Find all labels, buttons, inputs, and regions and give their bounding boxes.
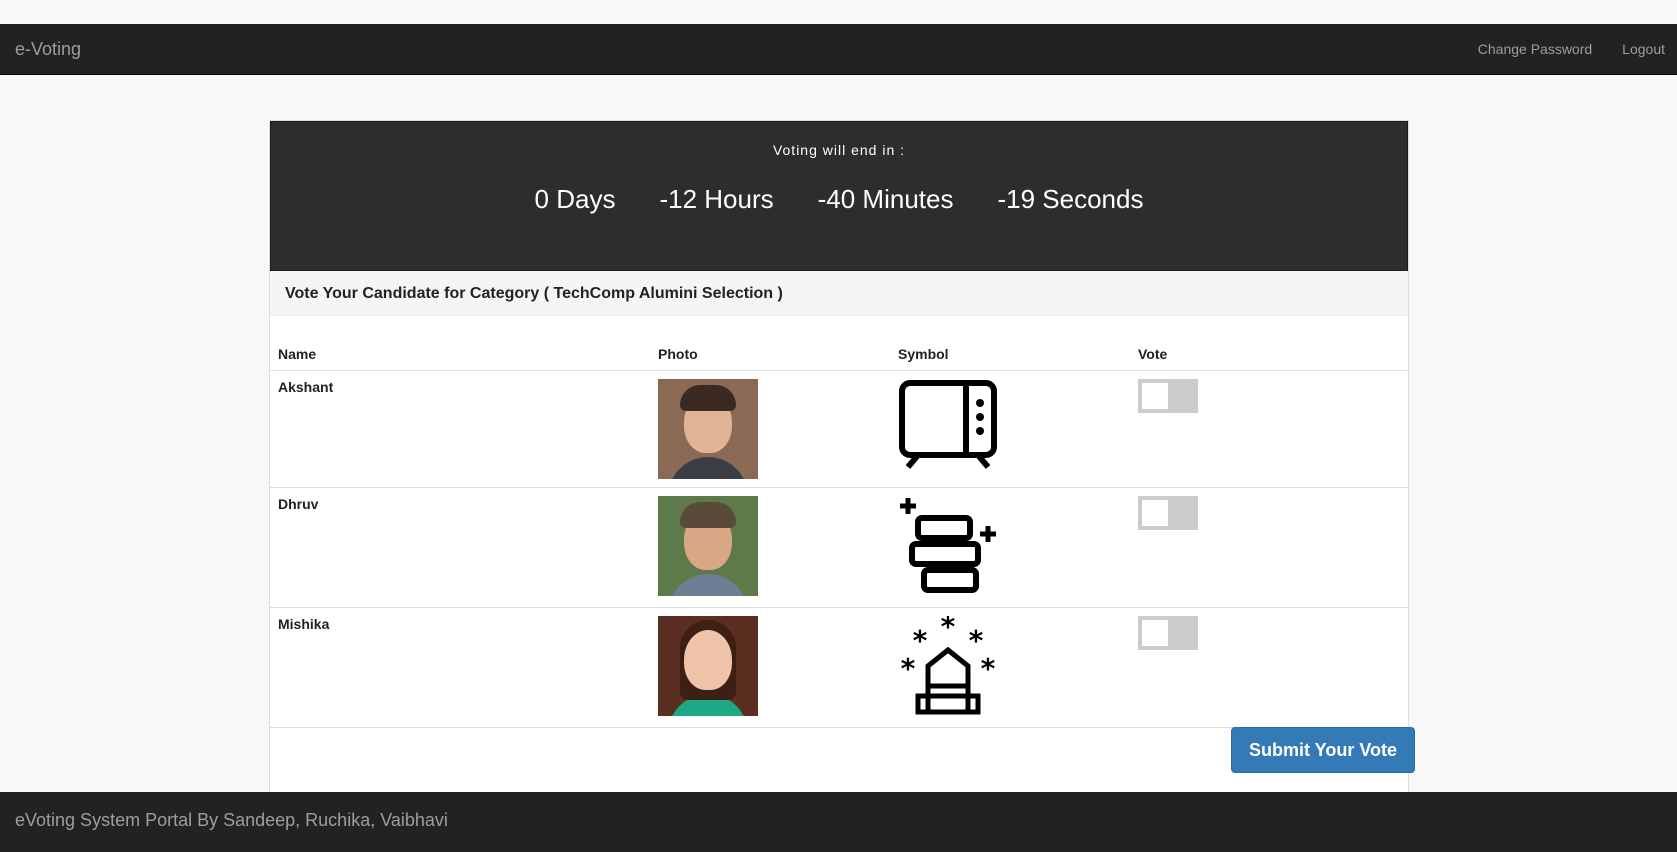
timer-hours: -12 Hours: [659, 184, 774, 214]
vote-toggle[interactable]: [1138, 379, 1198, 413]
table-row: Akshant: [270, 370, 1408, 488]
candidate-name: Akshant: [270, 370, 650, 488]
brand-logo[interactable]: e-Voting: [15, 39, 81, 60]
nav-links: Change Password Logout: [1478, 41, 1665, 57]
footer: eVoting System Portal By Sandeep, Ruchik…: [0, 792, 1677, 852]
col-vote: Vote: [1130, 336, 1408, 371]
svg-text:*: *: [901, 652, 916, 685]
tower-stars-icon: * * * * *: [901, 610, 996, 715]
candidate-table: Name Photo Symbol Vote Akshant Dhruv Mis…: [270, 336, 1408, 728]
countdown-timer: Voting will end in : 0 Days -12 Hours -4…: [270, 121, 1408, 271]
table-row: Dhruv: [270, 487, 1408, 608]
submit-vote-button[interactable]: Submit Your Vote: [1231, 727, 1415, 773]
col-name: Name: [270, 336, 650, 371]
timer-title: Voting will end in :: [772, 142, 906, 158]
toggle-knob: [1142, 500, 1168, 526]
col-photo: Photo: [650, 336, 890, 371]
logout-link[interactable]: Logout: [1622, 41, 1665, 57]
change-password-link[interactable]: Change Password: [1478, 41, 1592, 57]
timer-minutes: -40 Minutes: [817, 184, 954, 214]
category-heading: Vote Your Candidate for Category ( TechC…: [270, 271, 1408, 316]
svg-text:*: *: [941, 616, 956, 643]
timer-seconds: -19 Seconds: [997, 184, 1144, 214]
tv-icon: [899, 380, 997, 469]
toggle-knob: [1142, 620, 1168, 646]
timer-days: 0 Days: [534, 184, 616, 214]
candidate-photo: [658, 379, 758, 479]
candidate-name: Dhruv: [270, 487, 650, 608]
table-header-row: Name Photo Symbol Vote: [270, 336, 1408, 371]
vote-toggle[interactable]: [1138, 496, 1198, 530]
candidate-photo: [658, 496, 758, 596]
voting-panel: Voting will end in : 0 Days -12 Hours -4…: [269, 120, 1409, 800]
candidate-photo: [658, 616, 758, 716]
top-navbar: e-Voting Change Password Logout: [0, 24, 1677, 75]
footer-text: eVoting System Portal By Sandeep, Ruchik…: [15, 810, 448, 830]
col-symbol: Symbol: [890, 336, 1130, 371]
table-row: Mishika * * * * *: [270, 607, 1408, 728]
toggle-knob: [1142, 383, 1168, 409]
svg-text:*: *: [981, 652, 996, 685]
timer-values: 0 Days -12 Hours -40 Minutes -19 Seconds: [271, 184, 1407, 215]
vote-toggle[interactable]: [1138, 616, 1198, 650]
stacked-blocks-icon: [900, 498, 996, 593]
candidate-name: Mishika: [270, 607, 650, 728]
